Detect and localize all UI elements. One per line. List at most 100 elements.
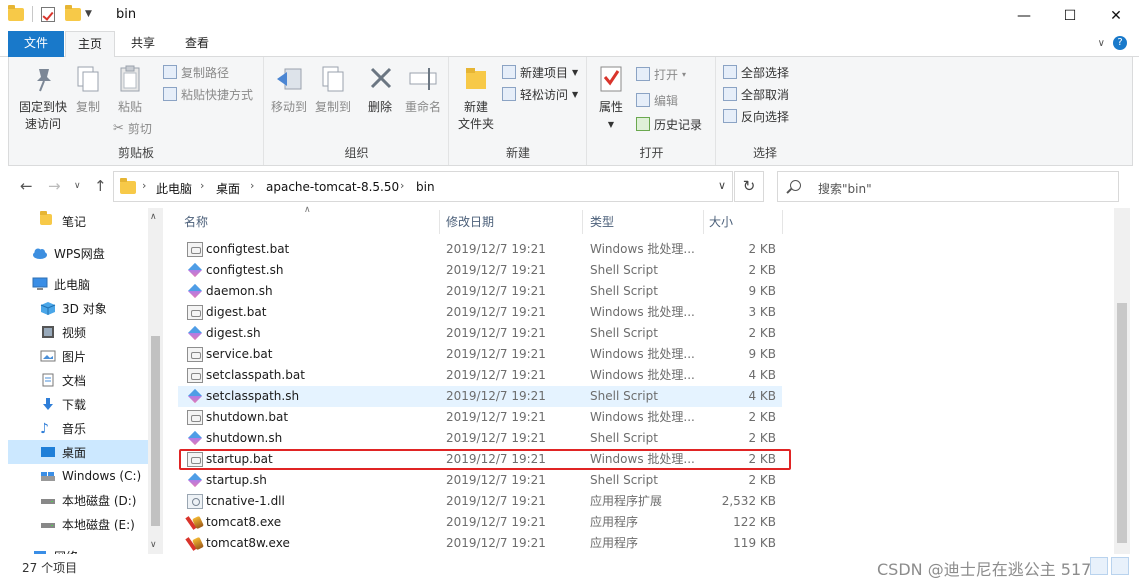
expand-ribbon-chevron-icon[interactable]: ∨ xyxy=(1098,38,1105,49)
column-divider[interactable] xyxy=(782,210,783,234)
up-arrow-icon[interactable]: ↑ xyxy=(94,177,107,195)
file-row[interactable]: tomcat8w.exe 2019/12/7 19:21 应用程序 119 KB xyxy=(178,533,782,554)
copy-to-button[interactable]: 复制到 xyxy=(313,63,353,116)
cut-button[interactable]: ✂ 剪切 xyxy=(113,119,152,137)
breadcrumb-separator[interactable]: › xyxy=(250,179,254,192)
organize-group-label: 组织 xyxy=(344,146,369,160)
file-row[interactable]: setclasspath.bat 2019/12/7 19:21 Windows 批… xyxy=(178,365,782,386)
nav-item-network[interactable]: 网络 xyxy=(8,544,148,554)
nav-item-music[interactable]: ♪ 音乐 xyxy=(8,416,148,440)
pin-to-quick-access-button[interactable]: 固定到快 速访问 xyxy=(13,63,73,133)
file-row[interactable]: digest.bat 2019/12/7 19:21 Windows 批处理... 3… xyxy=(178,302,782,323)
file-row[interactable]: daemon.sh 2019/12/7 19:21 Shell Script 9 KB xyxy=(178,281,782,302)
column-divider[interactable] xyxy=(439,210,440,234)
column-divider[interactable] xyxy=(582,210,583,234)
history-button[interactable]: 历史记录 xyxy=(636,115,702,133)
file-list-scrollbar[interactable] xyxy=(1114,208,1130,554)
back-arrow-icon[interactable]: ← xyxy=(20,177,33,195)
file-row[interactable]: shutdown.bat 2019/12/7 19:21 Windows 批处理..… xyxy=(178,407,782,428)
nav-item-videos[interactable]: 视频 xyxy=(8,320,148,344)
easy-access-button[interactable]: 轻松访问 ▼ xyxy=(502,85,578,103)
new-folder-icon[interactable] xyxy=(65,4,81,21)
copy-button[interactable]: 复制 xyxy=(71,63,105,116)
file-row[interactable]: service.bat 2019/12/7 19:21 Windows 批处理...… xyxy=(178,344,782,365)
customize-toolbar-chevron-icon[interactable]: ▼ xyxy=(85,9,92,19)
address-bar[interactable]: › 此电脑 › 桌面 › apache-tomcat-8.5.50 › bin … xyxy=(113,171,733,202)
search-input[interactable]: 搜索"bin" xyxy=(818,180,872,197)
breadcrumb-separator[interactable]: › xyxy=(400,179,404,192)
nav-item-desktop[interactable]: 桌面 xyxy=(8,440,148,464)
nav-item-drive-d[interactable]: 本地磁盘 (D:) xyxy=(8,488,148,512)
large-icons-view-icon[interactable] xyxy=(1111,557,1129,575)
column-header-name[interactable]: 名称 xyxy=(184,208,434,236)
file-row[interactable]: tomcat8.exe 2019/12/7 19:21 应用程序 122 KB xyxy=(178,512,782,533)
breadcrumb-tomcat[interactable]: apache-tomcat-8.5.50 xyxy=(266,180,399,194)
help-icon[interactable]: ? xyxy=(1113,36,1127,50)
recent-locations-chevron-icon[interactable]: ∨ xyxy=(74,181,81,191)
search-box[interactable]: 搜索"bin" xyxy=(777,171,1119,202)
delete-button[interactable]: 删除 xyxy=(365,63,395,116)
properties-icon[interactable] xyxy=(41,6,55,22)
tab-file[interactable]: 文件 xyxy=(8,31,64,57)
breadcrumb-this-pc[interactable]: 此电脑 xyxy=(156,180,192,197)
file-name: tomcat8w.exe xyxy=(206,536,290,550)
edit-icon xyxy=(636,93,650,107)
column-header-size[interactable]: 大小 xyxy=(709,208,779,236)
move-to-button[interactable]: 移动到 xyxy=(269,63,309,116)
edit-button[interactable]: 编辑 xyxy=(636,91,678,109)
file-row[interactable]: configtest.sh 2019/12/7 19:21 Shell Script… xyxy=(178,260,782,281)
copy-path-button[interactable]: 复制路径 xyxy=(163,63,229,81)
file-row[interactable]: digest.sh 2019/12/7 19:21 Shell Script 2 KB xyxy=(178,323,782,344)
properties-button[interactable]: 属性 ▼ xyxy=(594,63,628,133)
forward-arrow-icon[interactable]: → xyxy=(48,177,61,195)
scrollbar-thumb[interactable] xyxy=(151,336,160,526)
open-group-label: 打开 xyxy=(639,146,664,160)
nav-item-notes[interactable]: 笔记 xyxy=(8,209,148,233)
file-row[interactable]: configtest.bat 2019/12/7 19:21 Windows 批处理… xyxy=(178,239,782,260)
nav-item-3d-objects[interactable]: 3D 对象 xyxy=(8,296,148,320)
details-view-icon[interactable] xyxy=(1090,557,1108,575)
maximize-button[interactable]: ☐ xyxy=(1047,0,1093,31)
new-folder-button[interactable]: 新建 文件夹 xyxy=(454,63,498,133)
tab-view[interactable]: 查看 xyxy=(172,31,222,57)
open-label: 打开 xyxy=(654,67,679,82)
nav-item-downloads[interactable]: 下载 xyxy=(8,392,148,416)
nav-item-this-pc[interactable]: 此电脑 xyxy=(8,272,148,296)
file-row[interactable]: tcnative-1.dll 2019/12/7 19:21 应用程序扩展 2,532… xyxy=(178,491,782,512)
new-item-button[interactable]: 新建项目 ▼ xyxy=(502,63,578,81)
select-all-button[interactable]: 全部选择 xyxy=(723,63,789,81)
paste-shortcut-button[interactable]: 粘贴快捷方式 xyxy=(163,85,253,103)
nav-item-drive-e[interactable]: 本地磁盘 (E:) xyxy=(8,512,148,536)
breadcrumb-separator[interactable]: › xyxy=(200,179,204,192)
address-dropdown-chevron-icon[interactable]: ∨ xyxy=(718,179,726,192)
nav-item-documents[interactable]: 文档 xyxy=(8,368,148,392)
tab-share[interactable]: 共享 xyxy=(118,31,168,57)
rename-button[interactable]: 重命名 xyxy=(401,63,445,116)
scrollbar-thumb[interactable] xyxy=(1117,303,1127,543)
breadcrumb-separator[interactable]: › xyxy=(142,179,146,192)
file-date: 2019/12/7 19:21 xyxy=(446,284,546,298)
open-button[interactable]: 打开 ▾ xyxy=(636,65,686,83)
nav-item-drive-c[interactable]: Windows (C:) xyxy=(8,464,148,488)
minimize-button[interactable]: — xyxy=(1001,0,1047,31)
scroll-down-chevron-icon[interactable]: ∨ xyxy=(150,540,157,550)
column-header-date[interactable]: 修改日期 xyxy=(446,208,582,236)
invert-selection-button[interactable]: 反向选择 xyxy=(723,107,789,125)
nav-item-pictures[interactable]: 图片 xyxy=(8,344,148,368)
nav-item-wps-cloud[interactable]: WPS网盘 xyxy=(8,241,148,265)
scroll-up-chevron-icon[interactable]: ∧ xyxy=(150,212,157,222)
breadcrumb-desktop[interactable]: 桌面 xyxy=(216,180,240,197)
refresh-button[interactable]: ↻ xyxy=(734,171,764,202)
close-button[interactable]: ✕ xyxy=(1093,0,1139,31)
column-divider[interactable] xyxy=(703,210,704,234)
file-row[interactable]: shutdown.sh 2019/12/7 19:21 Shell Script 2 … xyxy=(178,428,782,449)
download-icon xyxy=(40,397,56,411)
paste-button[interactable]: 粘贴 xyxy=(113,63,147,116)
file-row[interactable]: setclasspath.sh 2019/12/7 19:21 Shell Scri… xyxy=(178,386,782,407)
breadcrumb-bin[interactable]: bin xyxy=(416,180,435,194)
navigation-pane-scrollbar[interactable]: ∧ ∨ xyxy=(148,208,163,554)
file-row[interactable]: startup.sh 2019/12/7 19:21 Shell Script 2 K… xyxy=(178,470,782,491)
column-header-type[interactable]: 类型 xyxy=(590,208,702,236)
tab-home[interactable]: 主页 xyxy=(65,31,115,58)
select-none-button[interactable]: 全部取消 xyxy=(723,85,789,103)
